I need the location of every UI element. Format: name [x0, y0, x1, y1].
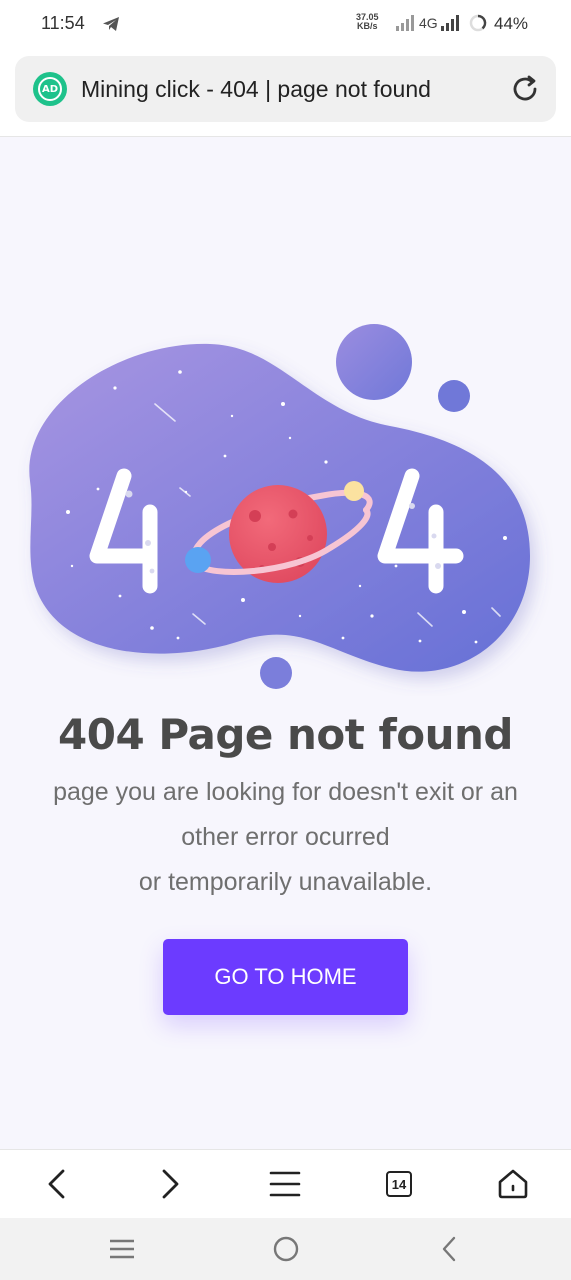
error-line: other error ocurred: [181, 823, 390, 851]
error-title: 404 Page not found: [58, 710, 513, 759]
system-nav-bar: [0, 1218, 571, 1280]
go-to-home-button[interactable]: GO TO HOME: [163, 939, 408, 1015]
network-type: 4G: [419, 15, 438, 31]
back-button[interactable]: [37, 1164, 77, 1204]
menu-button[interactable]: [265, 1164, 305, 1204]
forward-button[interactable]: [150, 1164, 190, 1204]
home-icon: [498, 1169, 528, 1199]
status-time: 11:54: [41, 13, 85, 33]
adblock-icon[interactable]: AD: [33, 72, 67, 106]
error-line: page you are looking for doesn't exit or…: [53, 778, 518, 806]
floating-ball: [260, 657, 292, 689]
url-bar[interactable]: AD Mining click - 404 | page not found: [15, 56, 556, 122]
status-bar: 11:54 37.05 KB/s 4G 44%: [0, 0, 571, 48]
url-page-title[interactable]: Mining click - 404 | page not found: [81, 76, 431, 103]
reload-icon[interactable]: [509, 73, 541, 105]
floating-ball: [336, 324, 412, 400]
signal-icon: [441, 15, 459, 31]
recents-icon: [110, 1239, 134, 1259]
browser-header: AD Mining click - 404 | page not found: [0, 48, 571, 137]
system-back-button[interactable]: [433, 1232, 467, 1266]
battery-ring-icon: [469, 14, 487, 32]
yellow-moon: [344, 481, 364, 501]
floating-ball: [438, 380, 470, 412]
network-speed-unit: KB/s: [357, 21, 378, 31]
forward-icon: [162, 1169, 179, 1199]
browser-toolbar: 14: [0, 1149, 571, 1218]
telegram-icon: [103, 17, 119, 31]
adblock-label: AD: [38, 77, 62, 101]
404-illustration: [29, 324, 531, 689]
error-line: or temporarily unavailable.: [138, 868, 433, 896]
tabs-button[interactable]: 14: [379, 1164, 419, 1204]
signal-icon: [396, 15, 414, 31]
system-home-button[interactable]: [269, 1232, 303, 1266]
error-description: page you are looking for doesn't exit or…: [20, 770, 551, 905]
recents-button[interactable]: [105, 1232, 139, 1266]
nav-back-icon: [442, 1236, 456, 1262]
menu-icon: [269, 1171, 301, 1197]
back-icon: [48, 1169, 65, 1199]
blue-moon: [185, 547, 211, 573]
home-circle-icon: [273, 1236, 299, 1262]
battery-percent: 44%: [494, 14, 529, 33]
network-speed: 37.05 KB/s: [356, 13, 379, 31]
home-button[interactable]: [493, 1164, 533, 1204]
tabs-icon: 14: [386, 1171, 412, 1197]
